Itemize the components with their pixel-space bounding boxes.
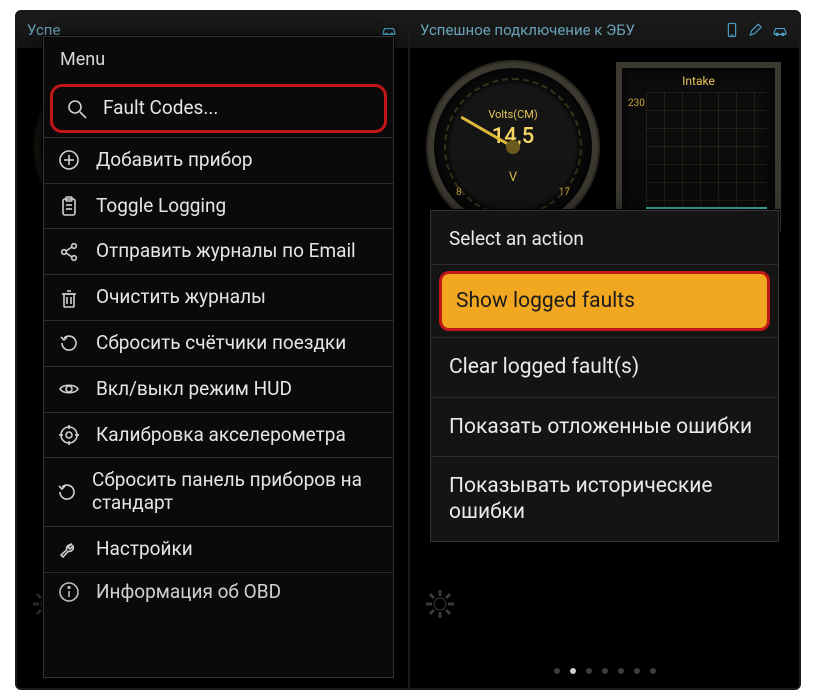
gauge-min: 8 <box>456 187 462 198</box>
clip-icon <box>56 195 82 217</box>
menu-item-eye[interactable]: Вкл/выкл режим HUD <box>44 366 393 412</box>
phone-icon <box>723 22 741 38</box>
dialog-item[interactable]: Clear logged fault(s) <box>431 337 778 396</box>
menu-item-label: Сбросить счётчики поездки <box>96 332 346 355</box>
gear-icon <box>420 584 460 628</box>
dialog-item[interactable]: Показать отложенные ошибки <box>431 397 778 456</box>
car-icon <box>771 22 789 38</box>
menu-item-label: Настройки <box>96 538 193 561</box>
status-title: Успешное подключение к ЭБУ <box>420 21 723 39</box>
gauge-max: 17 <box>559 187 570 198</box>
menu-item-label: Отправить журналы по Email <box>96 240 356 263</box>
chart-title: Intake <box>622 74 775 88</box>
reset-icon <box>56 481 78 503</box>
page-indicator[interactable] <box>410 668 799 674</box>
gauge-value: 14,5 <box>434 124 592 149</box>
menu-item-label: Fault Codes... <box>103 97 218 120</box>
volt-gauge[interactable]: Volts(CM) 14,5 V 8 17 <box>428 62 598 232</box>
gauge-unit: V <box>434 170 592 185</box>
menu-popup: Menu Fault Codes... Добавить прибор Toggle… <box>43 36 394 678</box>
wrench-icon <box>56 538 82 560</box>
menu-item-label: Калибровка акселерометра <box>96 424 346 447</box>
reset-icon <box>56 332 82 354</box>
menu-item-label: Toggle Logging <box>96 195 226 218</box>
menu-item-info[interactable]: Информация об OBD <box>44 572 393 602</box>
share-icon <box>56 241 82 263</box>
menu-item-label: Вкл/выкл режим HUD <box>96 378 292 401</box>
search-icon <box>63 97 89 119</box>
gauge-needle <box>460 116 513 149</box>
info-icon <box>56 581 82 602</box>
phone-right: Успешное подключение к ЭБУ Volts(CM) 14,… <box>408 12 799 688</box>
menu-item-share[interactable]: Отправить журналы по Email <box>44 228 393 274</box>
menu-title: Menu <box>44 37 393 80</box>
pencil-icon <box>747 22 765 38</box>
phone-left: Успе Menu Fault Codes...Добавить приборT… <box>17 12 408 688</box>
action-dialog: Select an action Show logged faults Clear… <box>430 210 779 542</box>
eye-icon <box>56 378 82 400</box>
menu-item-target[interactable]: Калибровка акселерометра <box>44 412 393 458</box>
dialog-item[interactable]: Show logged faults <box>439 271 770 331</box>
menu-item-label: Информация об OBD <box>96 581 281 602</box>
chart-grid <box>646 92 767 216</box>
menu-item-search[interactable]: Fault Codes... <box>50 84 387 133</box>
dialog-title: Select an action <box>431 211 778 265</box>
target-icon <box>56 424 82 446</box>
screenshot-frame: Успе Menu Fault Codes...Добавить приборT… <box>15 10 801 690</box>
menu-item-label: Очистить журналы <box>96 286 266 309</box>
menu-item-wrench[interactable]: Настройки <box>44 526 393 572</box>
menu-item-label: Добавить прибор <box>96 149 253 172</box>
menu-item-reset[interactable]: Сбросить панель приборов на стандарт <box>44 457 393 526</box>
gauge-hub <box>506 140 520 154</box>
plus-icon <box>56 149 82 171</box>
dialog-item[interactable]: Показывать исторические ошибки <box>431 456 778 542</box>
chart-ymax: 230 <box>628 98 645 109</box>
menu-item-label: Сбросить панель приборов на стандарт <box>92 469 379 515</box>
menu-item-trash[interactable]: Очистить журналы <box>44 274 393 320</box>
menu-item-plus[interactable]: Добавить прибор <box>44 137 393 183</box>
menu-list[interactable]: Fault Codes... Добавить прибор Toggle Logg… <box>44 80 393 677</box>
menu-item-clip[interactable]: Toggle Logging <box>44 183 393 229</box>
intake-chart[interactable]: Intake 230 <box>616 62 781 232</box>
gauge-label: Volts(CM) <box>434 108 592 121</box>
trash-icon <box>56 287 82 309</box>
status-icons <box>723 22 789 38</box>
status-bar: Успешное подключение к ЭБУ <box>410 12 799 48</box>
menu-item-reset[interactable]: Сбросить счётчики поездки <box>44 320 393 366</box>
